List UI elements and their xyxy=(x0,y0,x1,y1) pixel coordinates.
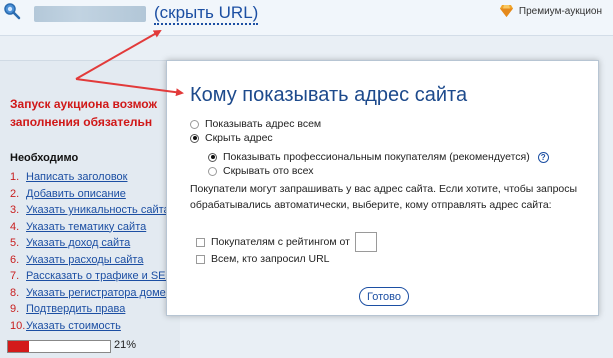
step-link[interactable]: Указать расходы сайта xyxy=(26,254,143,266)
step-number: 10. xyxy=(10,319,26,332)
progress-label: 21% xyxy=(114,339,137,351)
progress-fill xyxy=(8,341,30,352)
checkbox-requested-row[interactable]: Всем, кто запросил URL xyxy=(196,253,330,265)
step-number: 5. xyxy=(10,237,20,249)
step-item: 2. Добавить описание xyxy=(10,186,166,203)
dialog-title: Кому показывать адрес сайта xyxy=(190,84,468,106)
premium-auction-badge[interactable]: Премиум-аукцион xyxy=(499,5,602,17)
checkbox-rating-row[interactable]: Покупателям с рейтингом от xyxy=(196,232,377,252)
auto-request-info: Покупатели могут запрашивать у вас адрес… xyxy=(190,183,578,211)
radio-hide-label: Скрыть адрес xyxy=(205,132,273,144)
step-number: 4. xyxy=(10,220,20,233)
radio-show-pro[interactable]: Показывать профессиональным покупателям … xyxy=(208,151,549,163)
help-icon[interactable]: ? xyxy=(537,151,549,163)
checkbox-rating-label: Покупателям с рейтингом от xyxy=(211,236,350,248)
step-item: 6. Указать расходы сайта xyxy=(10,252,166,269)
step-number: 9. xyxy=(10,303,20,315)
checkbox-rating[interactable] xyxy=(196,237,205,247)
site-logo-icon xyxy=(4,3,21,20)
step-link[interactable]: Указать стоимость xyxy=(26,320,121,332)
step-link[interactable]: Рассказать о трафике и SEO xyxy=(26,270,166,282)
step-item: 9. Подтвердить права xyxy=(10,301,166,318)
radio-show-all-label: Показывать адрес всем xyxy=(205,118,322,130)
radio-hide-all[interactable]: Скрывать ото всех xyxy=(208,165,313,177)
step-number: 3. xyxy=(10,204,20,216)
step-link[interactable]: Указать доход сайта xyxy=(26,237,130,249)
blurred-site-address xyxy=(34,6,146,22)
launch-notice-line-2: заполнения обязательн xyxy=(10,115,153,129)
hide-url-link[interactable]: (скрыть URL) xyxy=(154,2,259,25)
step-item: 3. Указать уникальность сайта xyxy=(10,202,166,219)
done-button[interactable]: Готово xyxy=(359,287,409,306)
launch-notice-line-1: Запуск аукциона возмож xyxy=(10,97,157,111)
completion-progress-bar xyxy=(7,340,111,353)
step-number: 2. xyxy=(10,187,20,200)
radio-hide-circle[interactable] xyxy=(190,133,199,143)
radio-show-all[interactable]: Показывать адрес всем xyxy=(190,118,321,130)
step-number: 7. xyxy=(10,270,20,282)
required-title: Необходимо xyxy=(10,152,79,164)
step-item: 1. Написать заголовок xyxy=(10,169,166,186)
diamond-icon xyxy=(499,5,513,17)
step-link[interactable]: Указать регистратора домена xyxy=(26,287,166,299)
step-link[interactable]: Добавить описание xyxy=(26,188,126,200)
launch-notice: Запуск аукциона возмож заполнения обязат… xyxy=(10,95,170,131)
checkbox-requested[interactable] xyxy=(196,254,205,264)
radio-show-pro-circle[interactable] xyxy=(208,152,217,162)
radio-hide-all-circle[interactable] xyxy=(208,166,217,176)
top-header: (скрыть URL) Премиум-аукцион xyxy=(0,0,613,36)
step-link[interactable]: Написать заголовок xyxy=(26,171,127,183)
radio-show-all-circle[interactable] xyxy=(190,119,199,129)
step-item: 10.Указать стоимость xyxy=(10,318,166,335)
step-link[interactable]: Указать уникальность сайта xyxy=(26,204,166,216)
step-number: 8. xyxy=(10,286,20,299)
radio-show-pro-label: Показывать профессиональным покупателям … xyxy=(223,151,530,163)
rating-threshold-input[interactable] xyxy=(354,232,377,252)
step-number: 6. xyxy=(10,253,20,266)
required-steps-list: 1. Написать заголовок 2. Добавить описание… xyxy=(10,169,166,334)
checkbox-requested-label: Всем, кто запросил URL xyxy=(211,253,330,265)
radio-hide-all-label: Скрывать ото всех xyxy=(223,165,314,177)
radio-hide[interactable]: Скрыть адрес xyxy=(190,132,273,144)
step-number: 1. xyxy=(10,171,20,183)
step-item: 7. Рассказать о трафике и SEO xyxy=(10,268,166,285)
premium-auction-label: Премиум-аукцион xyxy=(518,5,602,17)
step-item: 8. Указать регистратора домена xyxy=(10,285,166,302)
step-link[interactable]: Подтвердить права xyxy=(26,303,125,315)
step-link[interactable]: Указать тематику сайта xyxy=(26,221,146,233)
step-item: 4. Указать тематику сайта xyxy=(10,219,166,236)
url-visibility-dialog: Кому показывать адрес сайта Показывать а… xyxy=(166,60,599,316)
step-item: 5. Указать доход сайта xyxy=(10,235,166,252)
